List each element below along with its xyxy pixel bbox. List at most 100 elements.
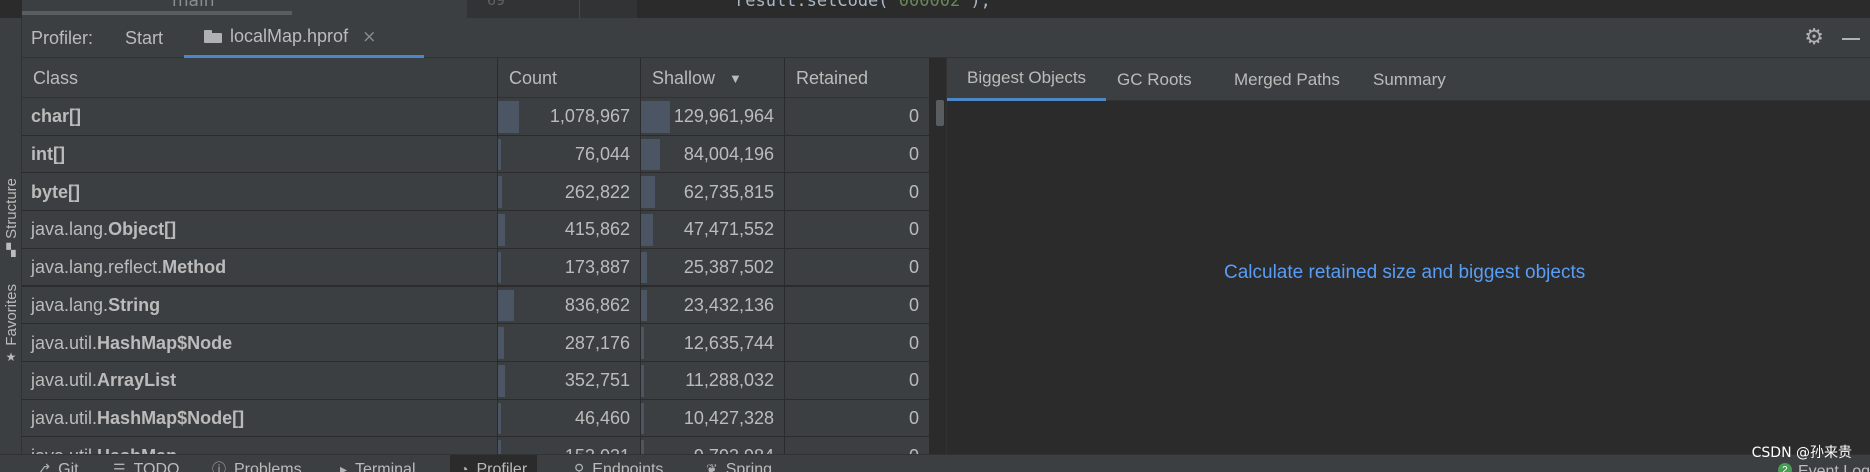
tab-merged-paths[interactable]: Merged Paths: [1214, 58, 1360, 101]
tool-tab-spring[interactable]: ❦ Spring: [696, 455, 782, 472]
editor-gutter: 69: [467, 0, 637, 18]
shallow-cell: 23,432,136: [641, 286, 785, 325]
shallow-cell: 25,387,502: [641, 248, 785, 287]
shallow-bar: [641, 402, 644, 435]
retained-value: 0: [908, 332, 919, 353]
retained-value: 0: [908, 181, 919, 202]
retained-value: 0: [908, 294, 919, 315]
table-row[interactable]: java.lang. Object[] 415,862 47,471,552 0: [22, 211, 930, 249]
favorites-tab-label: Favorites: [2, 284, 20, 346]
column-count-label: Count: [509, 67, 558, 88]
tab-start[interactable]: Start: [125, 28, 163, 49]
shallow-bar: [641, 364, 644, 397]
retained-value: 0: [908, 219, 919, 240]
class-name: Method: [162, 257, 227, 278]
tool-tab-problems[interactable]: ⓘ Problems: [202, 455, 312, 472]
tab-localmap-hprof[interactable]: localMap.hprof ×: [184, 18, 424, 58]
tool-tab-profiler[interactable]: ◔ Profiler: [450, 455, 538, 472]
column-header-retained[interactable]: Retained: [785, 58, 930, 98]
shallow-cell: 62,735,815: [641, 173, 785, 212]
column-header-count[interactable]: Count: [498, 58, 641, 98]
shallow-value: 84,004,196: [683, 144, 774, 165]
tool-tab-label: Endpoints: [592, 461, 664, 472]
column-retained-label: Retained: [796, 67, 869, 88]
table-row[interactable]: java.util. HashMap$Node 287,176 12,635,744 0: [22, 324, 930, 362]
shallow-bar: [641, 251, 647, 284]
tool-tab-label: Spring: [725, 461, 772, 472]
code-prefix: result.setCode(: [735, 0, 889, 11]
scrollbar-thumb[interactable]: [936, 100, 944, 126]
table-row[interactable]: java.util.HashMap 153,031 9,793,984 0: [22, 437, 930, 454]
retained-value: 0: [908, 106, 919, 127]
close-icon[interactable]: ×: [362, 27, 376, 47]
table-row[interactable]: char[] 1,078,967 129,961,964 0: [22, 98, 930, 136]
event-log-button[interactable]: 2 Event Log: [1777, 463, 1870, 472]
shallow-bar: [641, 289, 647, 322]
count-cell: 287,176: [498, 324, 641, 362]
gear-icon[interactable]: ⚙: [1804, 25, 1824, 50]
favorites-tool-tab[interactable]: Favorites ★: [0, 284, 22, 364]
table-row[interactable]: java.lang.reflect. Method 173,887 25,387,50…: [22, 248, 930, 287]
project-node-label: main: [172, 0, 215, 11]
tab-gc-roots[interactable]: GC Roots: [1097, 58, 1212, 101]
spring-icon: ❦: [706, 461, 718, 472]
table-row[interactable]: java.lang. String 836,862 23,432,136 0: [22, 286, 930, 325]
tab-biggest-objects[interactable]: Biggest Objects: [947, 58, 1107, 101]
tool-tab-label: Profiler: [476, 461, 528, 472]
class-name: int[]: [31, 144, 65, 165]
count-value: 153,031: [565, 446, 630, 454]
list-icon: ☰: [113, 461, 126, 472]
table-scrollbar[interactable]: [934, 98, 946, 454]
count-cell: 46,460: [498, 399, 641, 438]
table-row[interactable]: java.util. ArrayList 352,751 11,288,032 0: [22, 361, 930, 400]
shallow-value: 12,635,744: [683, 332, 774, 353]
count-value: 836,862: [564, 294, 630, 315]
column-header-shallow[interactable]: Shallow ▼: [641, 58, 785, 98]
count-bar: [498, 440, 501, 454]
tool-tab-terminal[interactable]: ▸ Terminal: [330, 455, 426, 472]
retained-cell: 0: [785, 361, 930, 400]
shallow-cell: 10,427,328: [641, 399, 785, 438]
class-cell: java.lang. Object[]: [22, 211, 498, 249]
count-bar: [498, 251, 501, 284]
tool-tab-todo[interactable]: ☰ TODO: [103, 455, 190, 472]
table-row[interactable]: int[] 76,044 84,004,196 0: [22, 135, 930, 174]
minimize-icon[interactable]: [1842, 38, 1860, 40]
tool-tab-label: Problems: [234, 461, 302, 472]
tool-tab-git[interactable]: ⎇ Git: [24, 455, 89, 472]
bottom-tool-bar: ⎇ Git ☰ TODO ⓘ Problems ▸ Terminal ◔ Profiler ⚲ End…: [0, 454, 1870, 472]
terminal-icon: ▸: [340, 461, 348, 472]
class-cell: java.lang. String: [22, 286, 498, 325]
structure-tool-tab[interactable]: Structure ▚: [0, 178, 22, 257]
table-row[interactable]: byte[] 262,822 62,735,815 0: [22, 173, 930, 212]
retained-value: 0: [908, 144, 919, 165]
shallow-bar: [641, 101, 670, 133]
code-suffix: );: [970, 0, 991, 11]
line-number: 69: [487, 0, 506, 9]
details-tabs: Biggest Objects GC Roots Merged Paths Su…: [947, 58, 1870, 101]
project-scrollbar[interactable]: [22, 11, 292, 15]
shallow-value: 10,427,328: [683, 407, 774, 428]
count-value: 46,460: [574, 407, 630, 428]
table-header: Class Count Shallow ▼ Retained: [22, 58, 930, 98]
class-cell: java.lang.reflect. Method: [22, 248, 498, 287]
watermark: CSDN @孙来贵: [1751, 445, 1852, 461]
tool-tab-endpoints[interactable]: ⚲ Endpoints: [564, 455, 673, 472]
table-row[interactable]: java.util. HashMap$Node[] 46,460 10,427,328…: [22, 399, 930, 438]
code-string: "000002": [888, 0, 971, 11]
retained-cell: 0: [785, 324, 930, 362]
count-bar: [498, 364, 506, 397]
calculate-retained-size-link[interactable]: Calculate retained size and biggest obje…: [1224, 262, 1585, 284]
code-line: result.setCode("000002");: [735, 0, 991, 11]
tab-summary[interactable]: Summary: [1353, 58, 1466, 101]
shallow-value: 62,735,815: [683, 181, 774, 202]
shallow-bar: [641, 176, 656, 209]
event-log-label: Event Log: [1797, 463, 1870, 472]
class-cell: java.util. HashMap$Node: [22, 324, 498, 362]
shallow-bar: [641, 138, 660, 171]
profiler-icon: ◔: [460, 461, 469, 472]
shallow-cell: 11,288,032: [641, 361, 785, 400]
class-package: java.util.: [31, 332, 98, 353]
class-cell: int[]: [22, 135, 498, 174]
column-header-class[interactable]: Class: [22, 58, 498, 98]
